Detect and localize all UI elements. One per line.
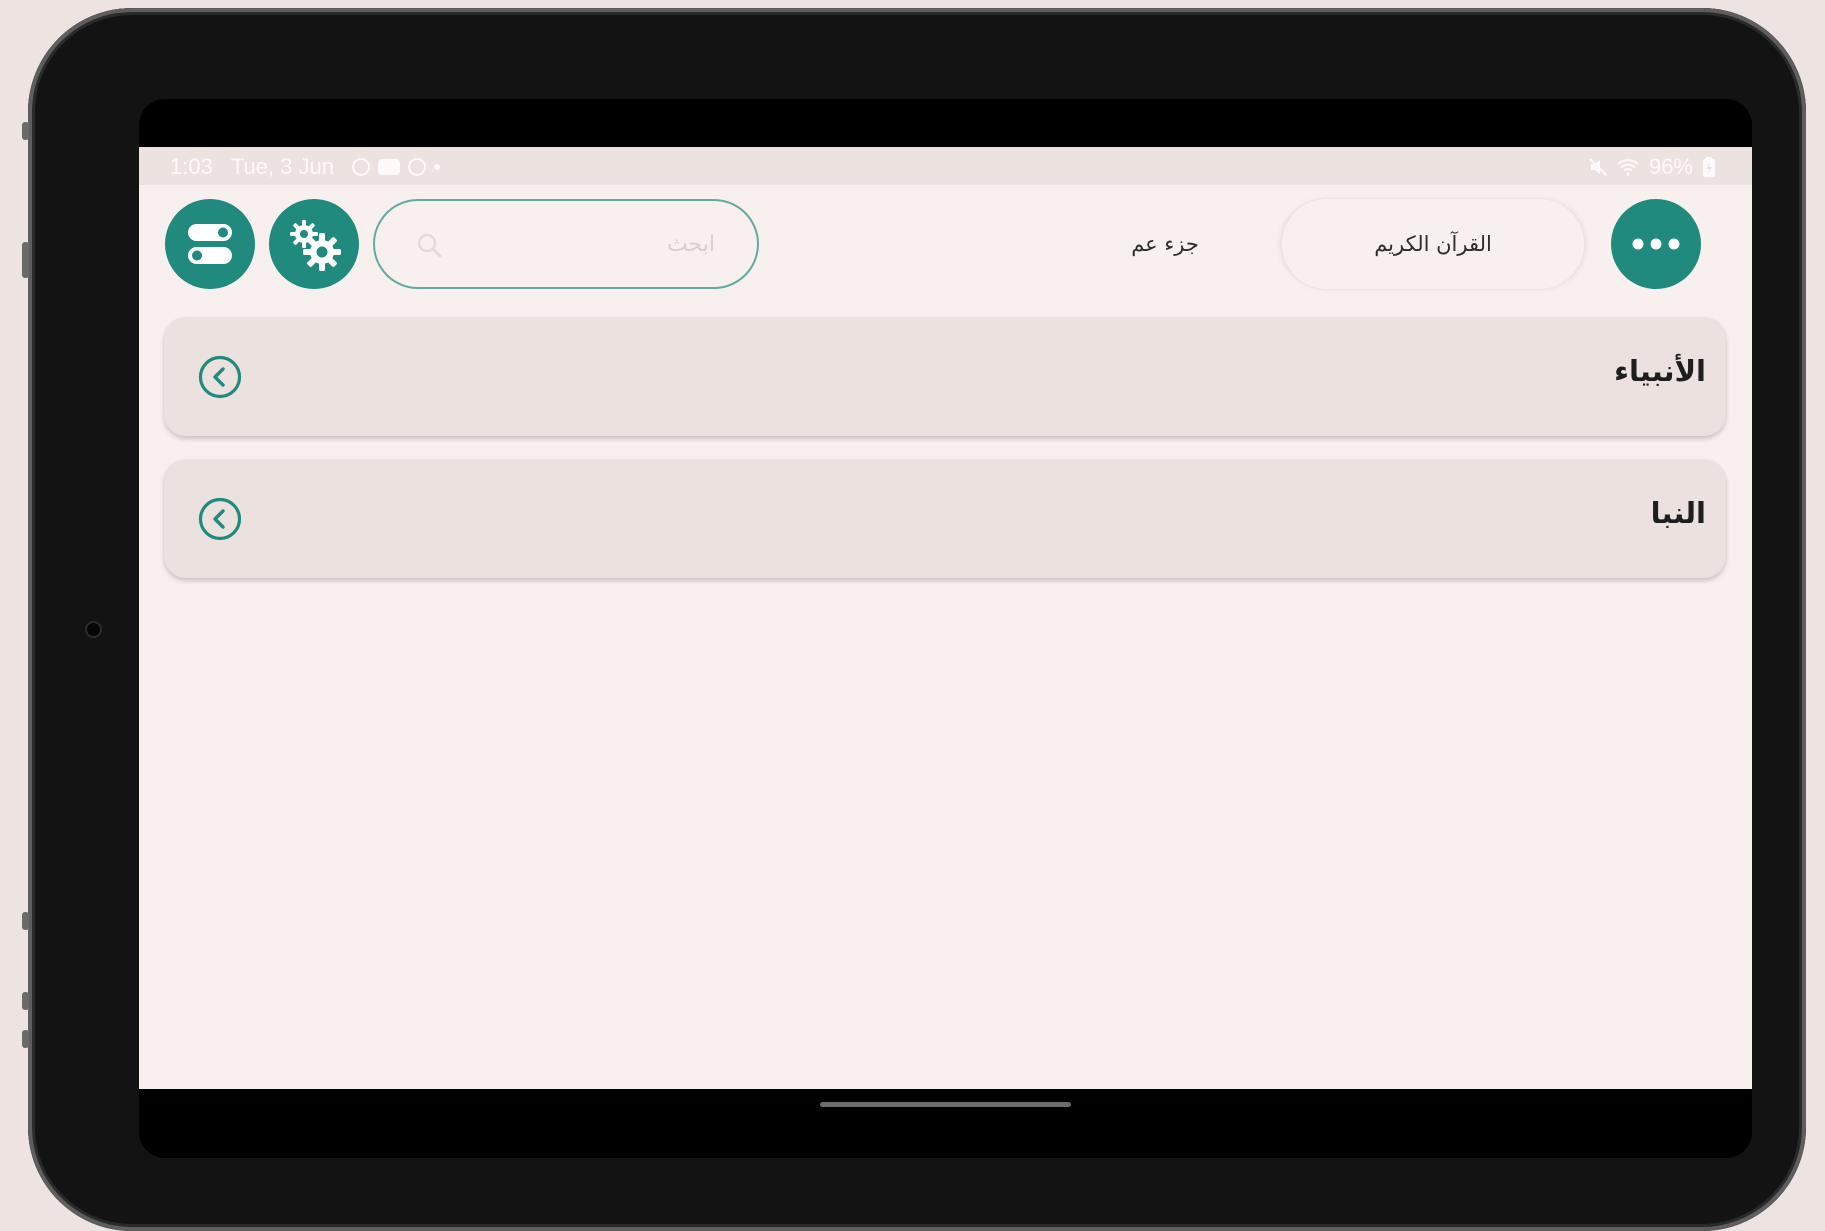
settings-status-icon [351, 158, 370, 176]
wifi-icon [1617, 159, 1639, 176]
list-item[interactable]: الأنبياء [164, 318, 1726, 436]
gears-icon [290, 220, 341, 271]
list-item[interactable]: النبا [164, 460, 1726, 578]
system-nav-bar [139, 1089, 1752, 1158]
side-button [22, 1030, 29, 1048]
toggles-icon [188, 224, 232, 264]
more-menu-button[interactable] [1611, 199, 1701, 289]
chevron-left-circle-icon [198, 355, 242, 399]
tab-label: جزء عم [1131, 232, 1199, 256]
tablet-frame: 1:03 Tue, 3 Jun 96% ابحث جزء عم القرآن ا… [28, 8, 1806, 1231]
dot-status-icon [433, 164, 440, 170]
youtube-status-icon [377, 159, 400, 175]
status-bar: 1:03 Tue, 3 Jun 96% [139, 147, 1752, 185]
settings-button[interactable] [269, 199, 359, 289]
side-button [22, 242, 29, 278]
more-horizontal-icon [1632, 238, 1680, 250]
home-indicator[interactable] [820, 1102, 1071, 1107]
status-time: 1:03 [170, 154, 213, 179]
app-window: 1:03 Tue, 3 Jun 96% ابحث جزء عم القرآن ا… [139, 147, 1752, 1089]
tab-label: القرآن الكريم [1374, 232, 1492, 256]
search-input[interactable] [421, 221, 715, 267]
battery-percent: 96% [1648, 154, 1693, 179]
list-item-label: الأنبياء [1614, 354, 1706, 388]
chevron-left-circle-icon [198, 497, 242, 541]
status-left: 1:03 Tue, 3 Jun [170, 154, 440, 180]
tab-quran[interactable]: القرآن الكريم [1282, 199, 1584, 289]
mute-icon [1589, 158, 1607, 176]
side-button [22, 122, 29, 140]
status-right: 96% [1589, 154, 1715, 180]
search-box[interactable] [373, 199, 759, 289]
toggles-button[interactable] [165, 199, 255, 289]
side-button [22, 992, 29, 1010]
front-camera [87, 623, 100, 636]
tab-juz-amma[interactable]: جزء عم [1085, 199, 1245, 289]
side-button [22, 912, 29, 930]
status-date: Tue, 3 Jun [230, 154, 334, 179]
circle-status-icon [407, 158, 426, 176]
notification-icons [351, 158, 440, 176]
list-item-label: النبا [1650, 496, 1706, 530]
battery-charging-icon [1703, 157, 1715, 177]
screen: 1:03 Tue, 3 Jun 96% ابحث جزء عم القرآن ا… [139, 99, 1752, 1158]
